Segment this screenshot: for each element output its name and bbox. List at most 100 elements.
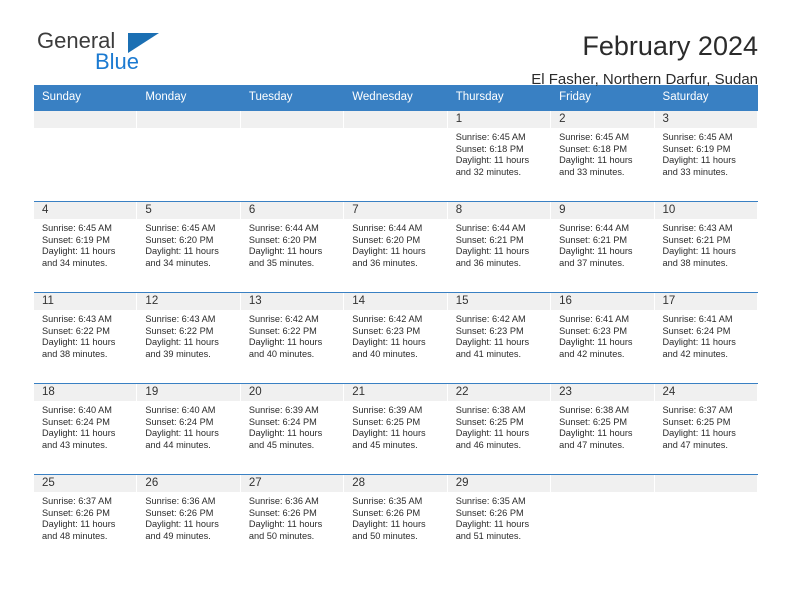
day-details: Sunrise: 6:43 AM Sunset: 6:22 PM Daylight:… bbox=[34, 310, 136, 360]
day-detail-line: Sunset: 6:21 PM bbox=[559, 234, 628, 245]
day-detail-line: Daylight: 11 hours bbox=[42, 246, 116, 257]
calendar-day-cell[interactable]: 16 Sunrise: 6:41 AM Sunset: 6:23 PM Dayligh… bbox=[551, 293, 655, 383]
calendar-week-row: 18 Sunrise: 6:40 AM Sunset: 6:24 PM Dayligh… bbox=[34, 383, 758, 474]
calendar-day-cell[interactable]: 18 Sunrise: 6:40 AM Sunset: 6:24 PM Dayligh… bbox=[34, 384, 138, 474]
day-detail-line: Daylight: 11 hours bbox=[145, 519, 219, 530]
day-number: 5 bbox=[137, 202, 240, 219]
day-number bbox=[344, 111, 447, 128]
calendar-week-row: 25 Sunrise: 6:37 AM Sunset: 6:26 PM Dayligh… bbox=[34, 474, 758, 565]
day-details: Sunrise: 6:43 AM Sunset: 6:22 PM Daylight:… bbox=[137, 310, 239, 360]
calendar-day-cell[interactable]: 13 Sunrise: 6:42 AM Sunset: 6:22 PM Dayligh… bbox=[240, 293, 345, 383]
calendar-day-cell[interactable]: 1 Sunrise: 6:45 AM Sunset: 6:18 PM Daylight… bbox=[447, 111, 552, 201]
calendar-day-cell[interactable]: 22 Sunrise: 6:38 AM Sunset: 6:25 PM Dayligh… bbox=[447, 384, 552, 474]
calendar-day-cell[interactable]: 5 Sunrise: 6:45 AM Sunset: 6:20 PM Daylight… bbox=[137, 202, 241, 292]
calendar-day-cell[interactable]: 6 Sunrise: 6:44 AM Sunset: 6:20 PM Daylight… bbox=[240, 202, 345, 292]
day-detail-line: and 42 minutes. bbox=[559, 348, 625, 359]
day-detail-line: Sunset: 6:24 PM bbox=[248, 416, 317, 427]
day-detail-line: Daylight: 11 hours bbox=[662, 337, 736, 348]
calendar-day-cell[interactable]: 7 Sunrise: 6:44 AM Sunset: 6:20 PM Daylight… bbox=[344, 202, 448, 292]
calendar-day-cell[interactable]: 26 Sunrise: 6:36 AM Sunset: 6:26 PM Dayligh… bbox=[137, 475, 241, 565]
day-details: Sunrise: 6:44 AM Sunset: 6:21 PM Daylight:… bbox=[448, 219, 550, 269]
day-detail-line: and 43 minutes. bbox=[42, 439, 108, 450]
day-detail-line: Daylight: 11 hours bbox=[455, 428, 530, 439]
page-header: General Blue February 2024 El Fasher, No… bbox=[0, 0, 792, 88]
day-detail-line: and 50 minutes. bbox=[352, 530, 418, 541]
calendar-day-cell[interactable]: 15 Sunrise: 6:42 AM Sunset: 6:23 PM Dayligh… bbox=[447, 293, 552, 383]
calendar-day-cell[interactable]: 27 Sunrise: 6:36 AM Sunset: 6:26 PM Dayligh… bbox=[240, 475, 345, 565]
calendar-day-cell[interactable]: 21 Sunrise: 6:39 AM Sunset: 6:25 PM Dayligh… bbox=[344, 384, 448, 474]
day-detail-line: Sunset: 6:18 PM bbox=[455, 143, 524, 154]
day-detail-line: Sunset: 6:21 PM bbox=[662, 234, 731, 245]
calendar-day-cell[interactable]: 11 Sunrise: 6:43 AM Sunset: 6:22 PM Dayligh… bbox=[34, 293, 138, 383]
calendar-day-cell[interactable]: 24 Sunrise: 6:37 AM Sunset: 6:25 PM Dayligh… bbox=[654, 384, 758, 474]
day-details: Sunrise: 6:44 AM Sunset: 6:20 PM Daylight:… bbox=[241, 219, 343, 269]
day-detail-line: Sunset: 6:23 PM bbox=[352, 325, 421, 336]
day-detail-line: Sunset: 6:23 PM bbox=[559, 325, 628, 336]
day-detail-line: and 42 minutes. bbox=[662, 348, 728, 359]
weekday-header-wednesday: Wednesday bbox=[352, 91, 413, 103]
day-number bbox=[137, 111, 240, 128]
day-detail-line: and 38 minutes. bbox=[662, 257, 728, 268]
calendar-day-cell[interactable]: 10 Sunrise: 6:43 AM Sunset: 6:21 PM Dayligh… bbox=[654, 202, 758, 292]
day-detail-line: and 51 minutes. bbox=[455, 530, 522, 541]
calendar-day-cell[interactable]: 2 Sunrise: 6:45 AM Sunset: 6:18 PM Daylight… bbox=[551, 111, 655, 201]
day-details: Sunrise: 6:42 AM Sunset: 6:23 PM Daylight:… bbox=[344, 310, 446, 360]
day-details: Sunrise: 6:35 AM Sunset: 6:26 PM Daylight:… bbox=[344, 492, 446, 542]
day-detail-line: Daylight: 11 hours bbox=[42, 428, 116, 439]
day-detail-line: and 46 minutes. bbox=[455, 439, 522, 450]
day-detail-line: Daylight: 11 hours bbox=[352, 246, 426, 257]
day-detail-line: Sunrise: 6:36 AM bbox=[145, 496, 216, 506]
day-detail-line: and 40 minutes. bbox=[352, 348, 418, 359]
day-detail-line: Sunset: 6:25 PM bbox=[455, 416, 524, 427]
day-details bbox=[241, 128, 343, 132]
day-detail-line: and 45 minutes. bbox=[248, 439, 315, 450]
page-title: February 2024 bbox=[582, 31, 758, 61]
day-detail-line: and 49 minutes. bbox=[145, 530, 211, 541]
calendar-day-cell[interactable]: 17 Sunrise: 6:41 AM Sunset: 6:24 PM Dayligh… bbox=[654, 293, 758, 383]
day-detail-line: and 36 minutes. bbox=[352, 257, 418, 268]
day-detail-line: Daylight: 11 hours bbox=[662, 246, 736, 257]
day-detail-line: Daylight: 11 hours bbox=[145, 337, 219, 348]
calendar-day-cell[interactable]: 23 Sunrise: 6:38 AM Sunset: 6:25 PM Dayligh… bbox=[551, 384, 655, 474]
day-number: 29 bbox=[447, 475, 551, 492]
calendar-day-cell[interactable]: 12 Sunrise: 6:43 AM Sunset: 6:22 PM Dayligh… bbox=[137, 293, 241, 383]
calendar-day-cell[interactable]: 28 Sunrise: 6:35 AM Sunset: 6:26 PM Dayligh… bbox=[344, 475, 448, 565]
day-detail-line: Sunrise: 6:44 AM bbox=[455, 223, 526, 233]
day-number bbox=[34, 111, 137, 128]
day-detail-line: and 37 minutes. bbox=[559, 257, 625, 268]
day-details: Sunrise: 6:43 AM Sunset: 6:21 PM Daylight:… bbox=[655, 219, 757, 269]
day-details bbox=[34, 128, 136, 132]
day-details bbox=[137, 128, 239, 132]
calendar-day-cell[interactable]: 19 Sunrise: 6:40 AM Sunset: 6:24 PM Dayligh… bbox=[137, 384, 241, 474]
day-detail-line: Sunset: 6:25 PM bbox=[352, 416, 421, 427]
day-detail-line: Sunset: 6:25 PM bbox=[559, 416, 628, 427]
day-detail-line: Daylight: 11 hours bbox=[352, 428, 426, 439]
day-details: Sunrise: 6:39 AM Sunset: 6:25 PM Daylight:… bbox=[344, 401, 446, 451]
calendar-day-cell[interactable]: 25 Sunrise: 6:37 AM Sunset: 6:26 PM Dayligh… bbox=[34, 475, 138, 565]
day-detail-line: Sunrise: 6:42 AM bbox=[248, 314, 319, 324]
weekday-header-friday: Friday bbox=[559, 91, 592, 103]
day-detail-line: Sunset: 6:25 PM bbox=[662, 416, 731, 427]
day-detail-line: Sunrise: 6:38 AM bbox=[559, 405, 630, 415]
day-detail-line: Sunset: 6:26 PM bbox=[248, 507, 317, 518]
day-number: 17 bbox=[654, 293, 757, 310]
day-detail-line: Daylight: 11 hours bbox=[662, 155, 736, 166]
calendar-day-cell[interactable]: 3 Sunrise: 6:45 AM Sunset: 6:19 PM Daylight… bbox=[654, 111, 758, 201]
calendar-day-cell[interactable]: 9 Sunrise: 6:44 AM Sunset: 6:21 PM Daylight… bbox=[551, 202, 655, 292]
calendar-day-cell[interactable]: 8 Sunrise: 6:44 AM Sunset: 6:21 PM Daylight… bbox=[447, 202, 552, 292]
day-detail-line: Daylight: 11 hours bbox=[455, 155, 530, 166]
calendar-cell-empty bbox=[654, 475, 758, 565]
calendar-day-cell[interactable]: 14 Sunrise: 6:42 AM Sunset: 6:23 PM Dayligh… bbox=[344, 293, 448, 383]
calendar-day-cell[interactable]: 29 Sunrise: 6:35 AM Sunset: 6:26 PM Dayligh… bbox=[447, 475, 552, 565]
day-detail-line: Daylight: 11 hours bbox=[145, 246, 219, 257]
calendar-day-cell[interactable]: 20 Sunrise: 6:39 AM Sunset: 6:24 PM Dayligh… bbox=[240, 384, 345, 474]
weekday-header-sunday: Sunday bbox=[42, 91, 82, 103]
calendar-cell-empty bbox=[137, 111, 241, 201]
day-detail-line: Daylight: 11 hours bbox=[145, 428, 219, 439]
day-detail-line: Sunset: 6:20 PM bbox=[248, 234, 317, 245]
calendar-day-cell[interactable]: 4 Sunrise: 6:45 AM Sunset: 6:19 PM Daylight… bbox=[34, 202, 138, 292]
day-details: Sunrise: 6:45 AM Sunset: 6:19 PM Daylight:… bbox=[34, 219, 136, 269]
general-blue-logo[interactable]: General Blue bbox=[34, 28, 214, 84]
day-detail-line: Daylight: 11 hours bbox=[42, 519, 116, 530]
day-details: Sunrise: 6:37 AM Sunset: 6:26 PM Daylight:… bbox=[34, 492, 136, 542]
